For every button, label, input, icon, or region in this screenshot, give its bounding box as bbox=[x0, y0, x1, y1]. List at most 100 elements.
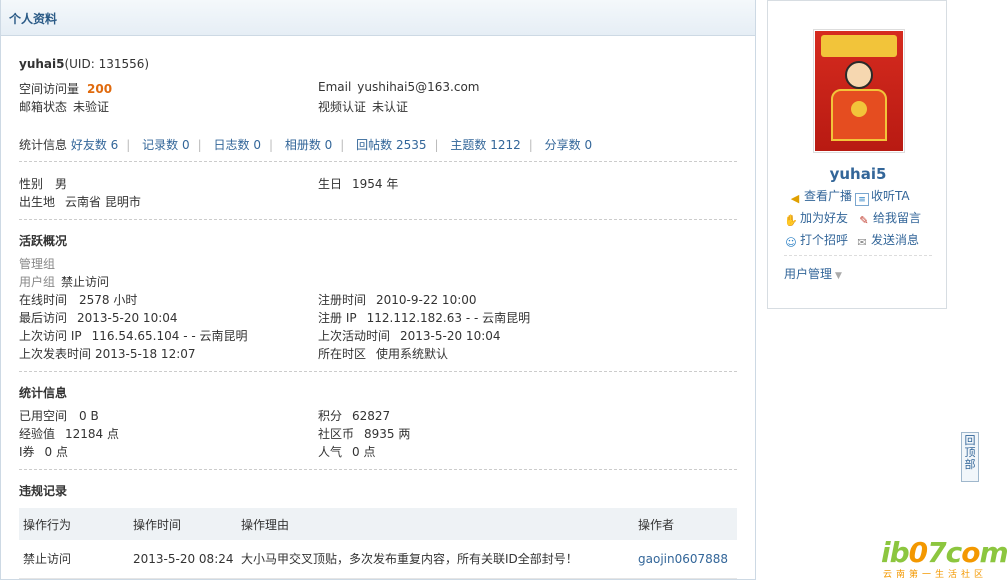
add-friend-link[interactable]: ✋ 加为好友 bbox=[784, 209, 848, 227]
greet-label: 打个招呼 bbox=[800, 233, 849, 247]
popularity-label: 人气 bbox=[318, 445, 343, 459]
uid: (UID: 131556) bbox=[64, 57, 150, 71]
view-broadcast-link[interactable]: ◀ 查看广播 bbox=[788, 187, 852, 205]
divider bbox=[19, 469, 737, 470]
panel-title: 个人资料 bbox=[1, 0, 755, 36]
table-row: 禁止访问 2013-5-20 08:24 大小马甲交叉顶贴，多次发布重复内容，所… bbox=[19, 540, 737, 579]
activity-title: 活跃概况 bbox=[19, 234, 68, 248]
divider bbox=[784, 255, 932, 256]
operator-link[interactable]: gaojin0607888 bbox=[638, 552, 728, 566]
violations-title: 违规记录 bbox=[19, 484, 68, 498]
video-label: 视频认证 bbox=[318, 100, 367, 114]
table-header-row: 操作行为 操作时间 操作理由 操作者 bbox=[19, 508, 737, 540]
column-header: 操作理由 bbox=[237, 508, 634, 540]
register-ip-label: 注册 IP bbox=[318, 311, 357, 325]
stats-bar-label: 统计信息 bbox=[19, 138, 68, 152]
cell-time: 2013-5-20 08:24 bbox=[129, 540, 237, 579]
exp-row: 经验值 12184 点 bbox=[19, 425, 119, 442]
register-time-value: 2010-9-22 10:00 bbox=[376, 293, 477, 307]
add-friend-label: 加为好友 bbox=[800, 211, 849, 225]
coins-value: 8935 两 bbox=[364, 427, 411, 441]
ticket-label: I券 bbox=[19, 445, 35, 459]
username: yuhai5 bbox=[19, 57, 65, 71]
column-header: 操作时间 bbox=[129, 508, 237, 540]
last-post-row: 上次发表时间 2013-5-18 12:07 bbox=[19, 345, 196, 362]
gender-label: 性别 bbox=[19, 177, 44, 191]
coins-label: 社区币 bbox=[318, 427, 355, 441]
replies-link[interactable]: 回帖数 2535 bbox=[356, 138, 426, 152]
video-value: 未认证 bbox=[372, 100, 409, 114]
username-line: yuhai5(UID: 131556) bbox=[19, 57, 149, 71]
birthplace-value: 云南省 昆明市 bbox=[65, 195, 141, 209]
send-message-label: 发送消息 bbox=[871, 233, 920, 247]
birthday-label: 生日 bbox=[318, 177, 343, 191]
leave-message-link[interactable]: ✎ 给我留言 bbox=[857, 209, 921, 227]
sidebar-username[interactable]: yuhai5 bbox=[768, 165, 948, 183]
popularity-value: 0 点 bbox=[352, 445, 376, 459]
shares-link[interactable]: 分享数 0 bbox=[545, 138, 592, 152]
blogs-link[interactable]: 日志数 0 bbox=[214, 138, 261, 152]
listen-link[interactable]: ≡ 收听TA bbox=[855, 187, 910, 206]
cell-action: 禁止访问 bbox=[19, 540, 129, 579]
records-link[interactable]: 记录数 0 bbox=[142, 138, 189, 152]
register-ip-value: 112.112.182.63 - - 云南昆明 bbox=[366, 311, 531, 325]
violations-table: 操作行为 操作时间 操作理由 操作者 禁止访问 2013-5-20 08:24 … bbox=[19, 508, 737, 579]
register-time-label: 注册时间 bbox=[318, 293, 367, 307]
user-group-label: 用户组 bbox=[19, 275, 56, 289]
user-group-link[interactable]: 禁止访问 bbox=[61, 275, 109, 289]
gender-row: 性别男 bbox=[19, 175, 67, 192]
avatar[interactable] bbox=[813, 29, 905, 153]
add-friend-icon: ✋ bbox=[784, 214, 798, 227]
user-management-label: 用户管理 bbox=[784, 267, 833, 281]
timezone-value: 使用系统默认 bbox=[376, 347, 449, 361]
space-row: 已用空间 0 B bbox=[19, 407, 99, 424]
cell-reason: 大小马甲交叉顶贴，多次发布重复内容，所有关联ID全部封号！ bbox=[237, 540, 634, 579]
logo-subtitle: 云南第一生活社区 bbox=[883, 570, 988, 580]
last-ip-value: 116.54.65.104 - - 云南昆明 bbox=[91, 329, 248, 343]
view-broadcast-label: 查看广播 bbox=[804, 189, 853, 203]
last-ip-row: 上次访问 IP 116.54.65.104 - - 云南昆明 bbox=[19, 327, 248, 344]
gender-value: 男 bbox=[55, 177, 68, 191]
user-management-dropdown[interactable]: 用户管理 ▼ bbox=[784, 265, 842, 282]
send-message-link[interactable]: ✉ 发送消息 bbox=[855, 231, 919, 249]
last-visit-value: 2013-5-20 10:04 bbox=[77, 311, 178, 325]
column-header: 操作者 bbox=[634, 508, 737, 540]
divider bbox=[19, 371, 737, 372]
stats-bar: 统计信息 好友数 6 | 记录数 0 | 日志数 0 | 相册数 0 | 回帖数 253… bbox=[19, 138, 593, 152]
greet-icon: ☺ bbox=[785, 236, 797, 249]
online-row: 在线时间 2578 小时 bbox=[19, 291, 137, 308]
birthday-value: 1954 年 bbox=[352, 177, 399, 191]
last-visit-row: 最后访问 2013-5-20 10:04 bbox=[19, 309, 178, 326]
timezone-row: 所在时区 使用系统默认 bbox=[318, 345, 448, 362]
column-header: 操作行为 bbox=[19, 508, 129, 540]
birthday-row: 生日 1954 年 bbox=[318, 175, 398, 192]
last-active-label: 上次活动时间 bbox=[318, 329, 391, 343]
ticket-row: I券 0 点 bbox=[19, 443, 68, 460]
register-time-row: 注册时间 2010-9-22 10:00 bbox=[318, 291, 477, 308]
points-value: 62827 bbox=[352, 409, 391, 423]
birthplace-label: 出生地 bbox=[19, 195, 56, 209]
last-active-value: 2013-5-20 10:04 bbox=[400, 329, 501, 343]
albums-link[interactable]: 相册数 0 bbox=[285, 138, 332, 152]
mail-status-value: 未验证 bbox=[73, 100, 110, 114]
birthplace-row: 出生地 云南省 昆明市 bbox=[19, 193, 141, 210]
ticket-value: 0 点 bbox=[44, 445, 68, 459]
visits-label: 空间访问量 bbox=[19, 82, 80, 96]
space-label: 已用空间 bbox=[19, 409, 68, 423]
points-label: 积分 bbox=[318, 409, 343, 423]
broadcast-icon: ◀ bbox=[790, 192, 800, 205]
email-row: Email yushihai5@163.com bbox=[318, 80, 479, 94]
listen-label: 收听TA bbox=[871, 189, 910, 203]
coins-row: 社区币 8935 两 bbox=[318, 425, 410, 442]
admin-group-label: 管理组 bbox=[19, 257, 56, 271]
register-ip-row: 注册 IP 112.112.182.63 - - 云南昆明 bbox=[318, 309, 530, 326]
points-row: 积分 62827 bbox=[318, 407, 390, 424]
profile-panel: 个人资料 yuhai5(UID: 131556) 空间访问量 200 Email y… bbox=[0, 0, 756, 580]
greet-link[interactable]: ☺ 打个招呼 bbox=[784, 231, 848, 249]
threads-link[interactable]: 主题数 1212 bbox=[450, 138, 520, 152]
friends-link[interactable]: 好友数 6 bbox=[71, 138, 118, 152]
back-to-top-button[interactable]: 回顶部 bbox=[961, 432, 979, 482]
send-message-icon: ✉ bbox=[857, 236, 867, 249]
leave-message-label: 给我留言 bbox=[873, 211, 922, 225]
user-card: yuhai5 ◀ 查看广播 ≡ 收听TA ✋ 加为好友 ✎ 给我留言 ☺ 打个招呼 ✉ 发送… bbox=[767, 0, 947, 309]
